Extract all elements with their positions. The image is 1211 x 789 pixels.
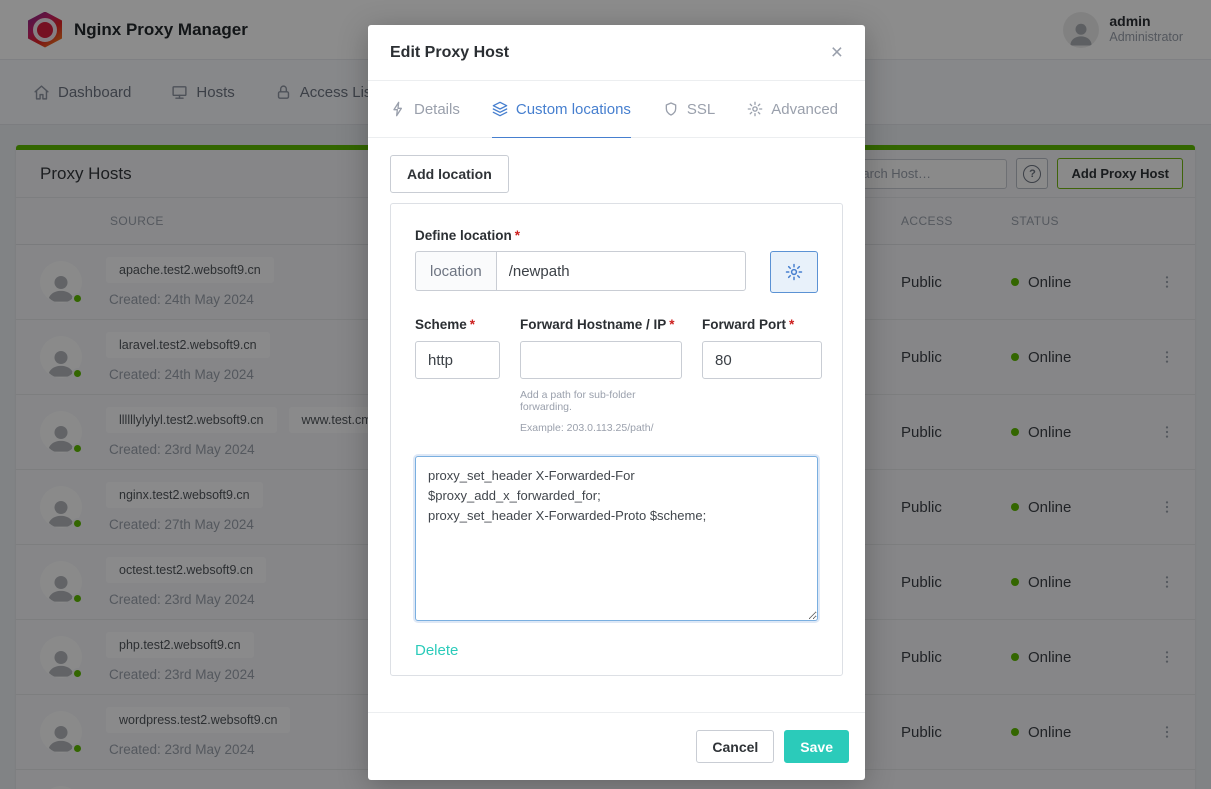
location-settings-button[interactable] xyxy=(770,251,818,293)
location-prefix: location xyxy=(415,251,496,291)
tab-ssl[interactable]: SSL xyxy=(663,81,715,138)
example-help-text: Example: 203.0.113.25/path/ xyxy=(520,422,682,434)
required-marker: * xyxy=(470,317,475,332)
tab-details[interactable]: Details xyxy=(390,81,460,138)
forward-hostname-input[interactable] xyxy=(520,341,682,379)
required-marker: * xyxy=(789,317,794,332)
tab-label: Details xyxy=(414,101,460,118)
modal-title: Edit Proxy Host xyxy=(390,44,509,62)
delete-location-link[interactable]: Delete xyxy=(415,642,458,659)
subfolder-help-text: Add a path for sub-folder forwarding. xyxy=(520,389,682,413)
save-button[interactable]: Save xyxy=(784,730,849,763)
tab-label: Advanced xyxy=(771,101,838,118)
tab-custom-locations[interactable]: Custom locations xyxy=(492,81,631,138)
define-location-label: Define location xyxy=(415,228,512,243)
scheme-label: Scheme xyxy=(415,317,467,332)
location-card: Define location* location Scheme* xyxy=(390,203,843,676)
layers-icon xyxy=(492,101,508,117)
add-location-button[interactable]: Add location xyxy=(390,155,509,193)
close-icon[interactable]: × xyxy=(831,42,843,63)
forward-hostname-label: Forward Hostname / IP xyxy=(520,317,666,332)
forward-port-input[interactable] xyxy=(702,341,822,379)
forward-port-label: Forward Port xyxy=(702,317,786,332)
advanced-config-textarea[interactable]: proxy_set_header X-Forwarded-For $proxy_… xyxy=(415,456,818,621)
cancel-button[interactable]: Cancel xyxy=(696,730,774,763)
edit-proxy-host-modal: Edit Proxy Host × Details Custom locatio… xyxy=(368,25,865,780)
tab-label: SSL xyxy=(687,101,715,118)
tab-label: Custom locations xyxy=(516,101,631,118)
gear-icon xyxy=(747,101,763,117)
required-marker: * xyxy=(515,228,520,243)
location-path-input[interactable] xyxy=(496,251,746,291)
shield-icon xyxy=(663,101,679,117)
scheme-input[interactable] xyxy=(415,341,500,379)
tab-advanced[interactable]: Advanced xyxy=(747,81,838,138)
gear-icon xyxy=(785,263,803,281)
lightning-icon xyxy=(390,101,406,117)
modal-tabs: Details Custom locations SSL Advanced xyxy=(368,81,865,138)
required-marker: * xyxy=(669,317,674,332)
